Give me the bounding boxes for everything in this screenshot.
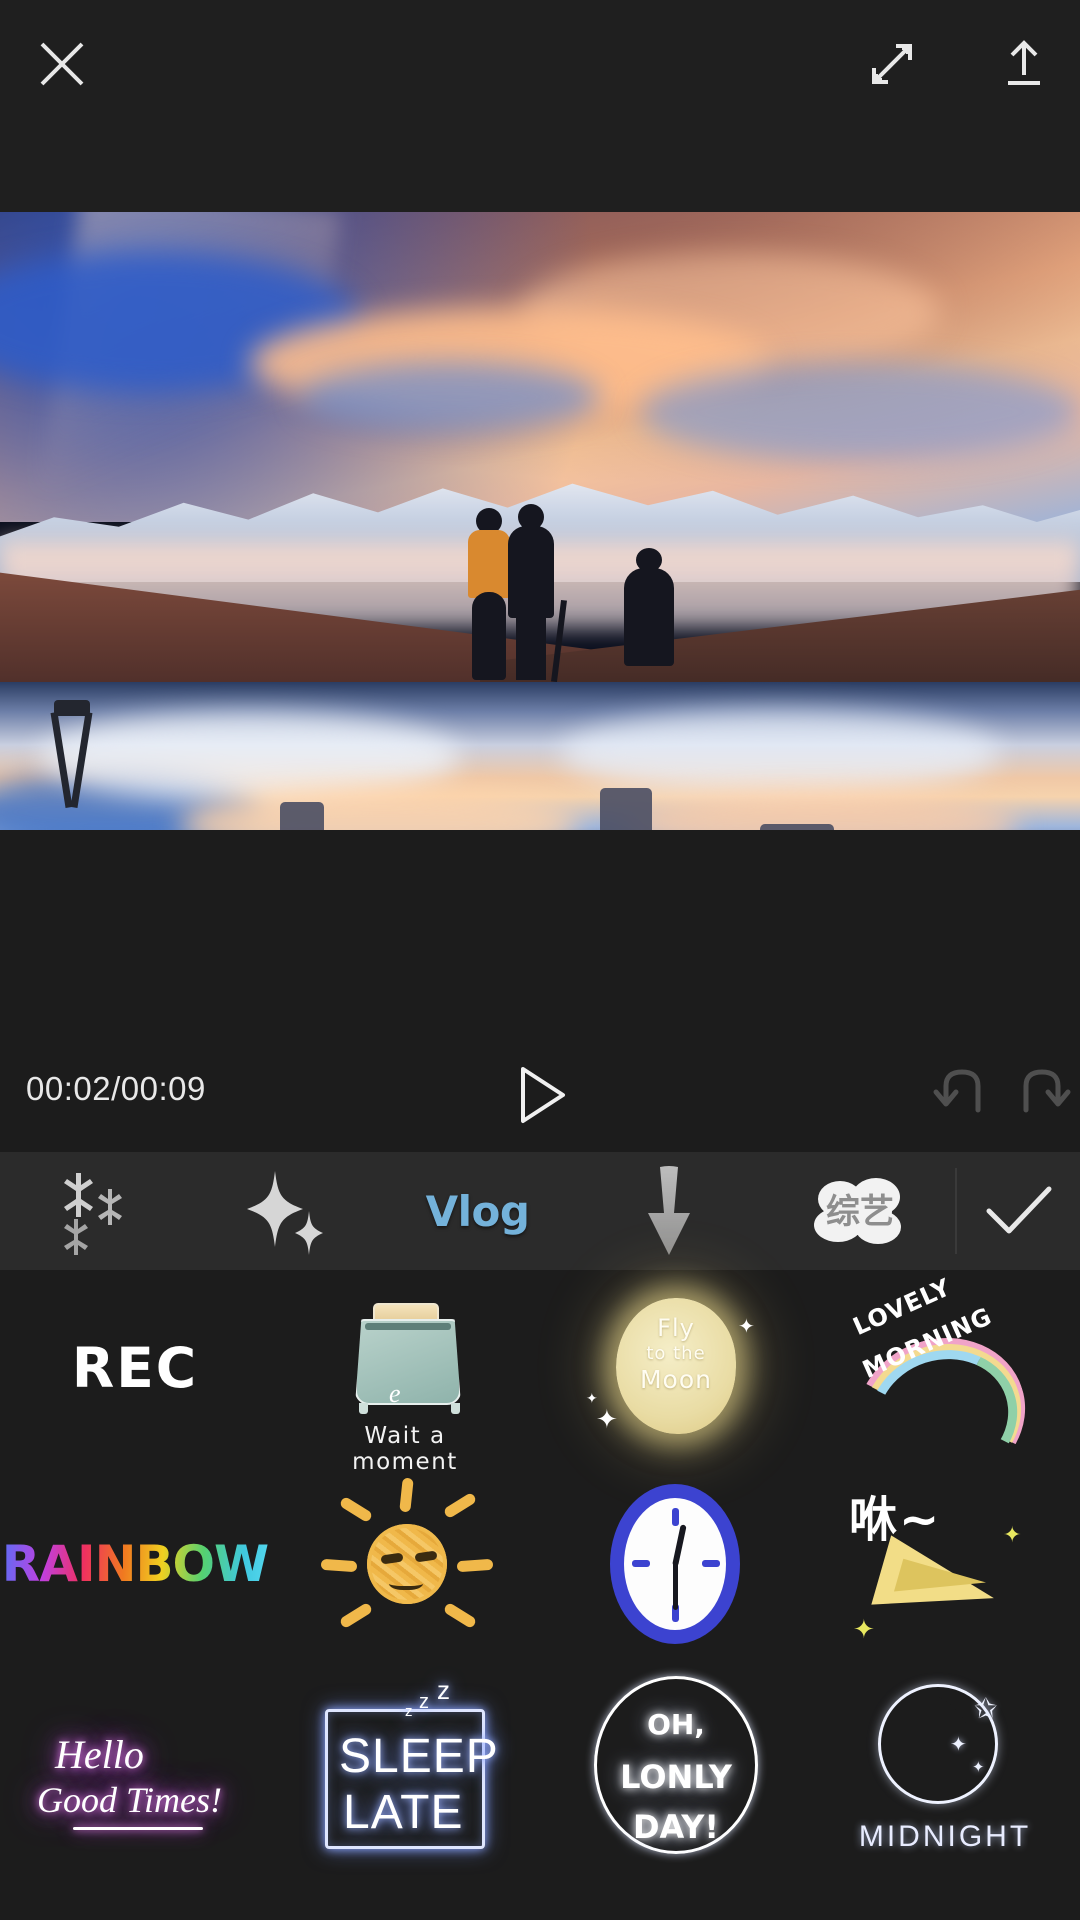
hello-good-times-line-1: Hello <box>55 1732 144 1777</box>
undo-button[interactable] <box>926 1062 994 1130</box>
tab-arrow[interactable] <box>573 1152 764 1270</box>
tab-vlog-label: Vlog <box>425 1186 530 1236</box>
video-preview[interactable] <box>0 212 1080 830</box>
sticker-sun[interactable] <box>270 1466 540 1662</box>
play-triangle-icon <box>521 1067 565 1123</box>
fullscreen-expand-icon <box>872 44 912 84</box>
snowflake-cluster-icon <box>63 1173 122 1255</box>
sleep-late-line-1: SLEEP <box>339 1729 499 1783</box>
preview-cloud <box>300 362 600 432</box>
star-icon: ✩ <box>974 1693 998 1724</box>
oh-lonly-day-line-3: DAY! <box>632 1808 720 1846</box>
preview-person-legs <box>516 612 546 680</box>
preview-reflection-blob <box>560 710 1000 796</box>
clock-minute-hand <box>673 1562 678 1610</box>
sticker-hello-good-times[interactable]: Hello Good Times! <box>0 1662 270 1858</box>
variety-show-text-icon: 综艺 <box>813 1178 901 1244</box>
sun-ray <box>320 1558 358 1573</box>
sticker-category-tabbar: Vlog 综艺 <box>0 1152 1080 1270</box>
star-icon: ✦ <box>950 1734 967 1756</box>
close-button[interactable] <box>24 26 100 102</box>
sun-core <box>367 1524 447 1604</box>
tab-sparkle[interactable] <box>191 1152 382 1270</box>
export-upload-icon <box>1008 40 1040 85</box>
fullscreen-button[interactable] <box>854 26 930 102</box>
sparkle-icon: ✦ <box>596 1404 618 1434</box>
redo-button[interactable] <box>1018 1062 1080 1130</box>
checkmark-confirm-icon <box>986 1186 1051 1234</box>
preview-rock <box>280 802 324 830</box>
preview-rock <box>600 788 652 830</box>
sticker-rainbow-label: RAINBOW <box>1 1535 269 1593</box>
toaster-leg <box>359 1403 368 1414</box>
moon-line-2: to the <box>646 1343 706 1365</box>
redo-arrow-icon <box>1023 1069 1071 1113</box>
sticker-rec-label: REC <box>71 1336 199 1400</box>
tab-snowflake[interactable] <box>0 1152 191 1270</box>
sun-mouth <box>389 1574 423 1590</box>
sticker-midnight[interactable]: ✩ ✦ ✦ MIDNIGHT <box>810 1662 1080 1858</box>
sun-ray <box>456 1558 494 1573</box>
clock-tick <box>632 1560 650 1567</box>
preview-person-body <box>472 592 506 680</box>
sun-ray <box>442 1601 478 1630</box>
preview-cloud <box>640 362 1080 462</box>
zzz-icon: z <box>437 1674 450 1705</box>
sparkle-icon: ✦ <box>1003 1522 1022 1547</box>
oh-lonly-day-line-2: LONLY <box>620 1758 732 1796</box>
sticker-toaster[interactable]: e Wait a moment <box>270 1270 540 1475</box>
play-button[interactable] <box>504 1058 578 1132</box>
hello-good-times-underline <box>73 1827 203 1830</box>
toaster-squiggle: e <box>389 1379 401 1408</box>
tab-variety[interactable]: 综艺 <box>764 1152 955 1270</box>
sticker-oh-lonly-day[interactable]: OH, LONLY DAY! <box>540 1662 810 1858</box>
sticker-rainbow[interactable]: RAINBOW <box>0 1466 270 1662</box>
undo-arrow-icon <box>933 1069 981 1113</box>
clock-tick <box>672 1508 679 1526</box>
sun-ray <box>338 1495 374 1524</box>
sun-ray <box>399 1477 414 1513</box>
hello-good-times-line-2: Good Times! <box>37 1780 223 1820</box>
star-icon: ✦ <box>972 1759 985 1776</box>
toaster-body <box>355 1319 461 1405</box>
preview-person-body <box>508 526 554 618</box>
down-arrow-icon <box>647 1166 690 1255</box>
sticker-midnight-label: MIDNIGHT <box>858 1820 1032 1853</box>
sticker-clock[interactable] <box>540 1466 810 1662</box>
sticker-fly-to-the-moon[interactable]: Fly to the Moon ✦ ✦ ✦ <box>540 1270 810 1466</box>
sticker-sleep-late[interactable]: z z z SLEEP LATE <box>270 1662 540 1858</box>
sparkle-icon: ✦ <box>738 1316 755 1338</box>
zzz-icon: z <box>405 1702 413 1720</box>
preview-person-jacket <box>468 530 510 598</box>
sparkle-icon: ✦ <box>853 1614 875 1644</box>
sticker-rec[interactable]: REC <box>0 1270 270 1466</box>
sticker-lovely-morning[interactable]: LOVELY MORNING <box>810 1270 1080 1512</box>
timecode-label: 00:02/00:09 <box>26 1070 206 1107</box>
clock-tick <box>702 1560 720 1567</box>
toaster-leg <box>451 1403 460 1414</box>
confirm-button[interactable] <box>957 1152 1080 1270</box>
svg-text:综艺: 综艺 <box>826 1192 894 1232</box>
zzz-icon: z <box>419 1690 429 1713</box>
top-bar <box>0 0 1080 212</box>
export-button[interactable] <box>986 26 1062 102</box>
tab-vlog[interactable]: Vlog <box>382 1152 573 1270</box>
toaster-slot <box>365 1323 451 1330</box>
close-x-icon <box>40 42 84 86</box>
sleep-late-line-2: LATE <box>343 1785 464 1839</box>
moon-line-3: Moon <box>639 1365 712 1395</box>
moon-line-1: Fly <box>657 1314 695 1342</box>
oh-lonly-day-line-1: OH, <box>647 1708 705 1741</box>
preview-tripod-head <box>54 700 90 716</box>
sun-ray <box>442 1491 478 1520</box>
sticker-xiu-plane[interactable]: 咻~ ✦ ✦ <box>810 1466 1080 1662</box>
sparkle-star-icon <box>246 1171 323 1255</box>
sticker-grid: REC e Wait a moment Fly to the Moon ✦ ✦ … <box>0 1270 1080 1920</box>
sparkle-icon: ✦ <box>586 1390 598 1406</box>
sun-ray <box>338 1601 374 1630</box>
preview-person-body <box>624 568 674 666</box>
